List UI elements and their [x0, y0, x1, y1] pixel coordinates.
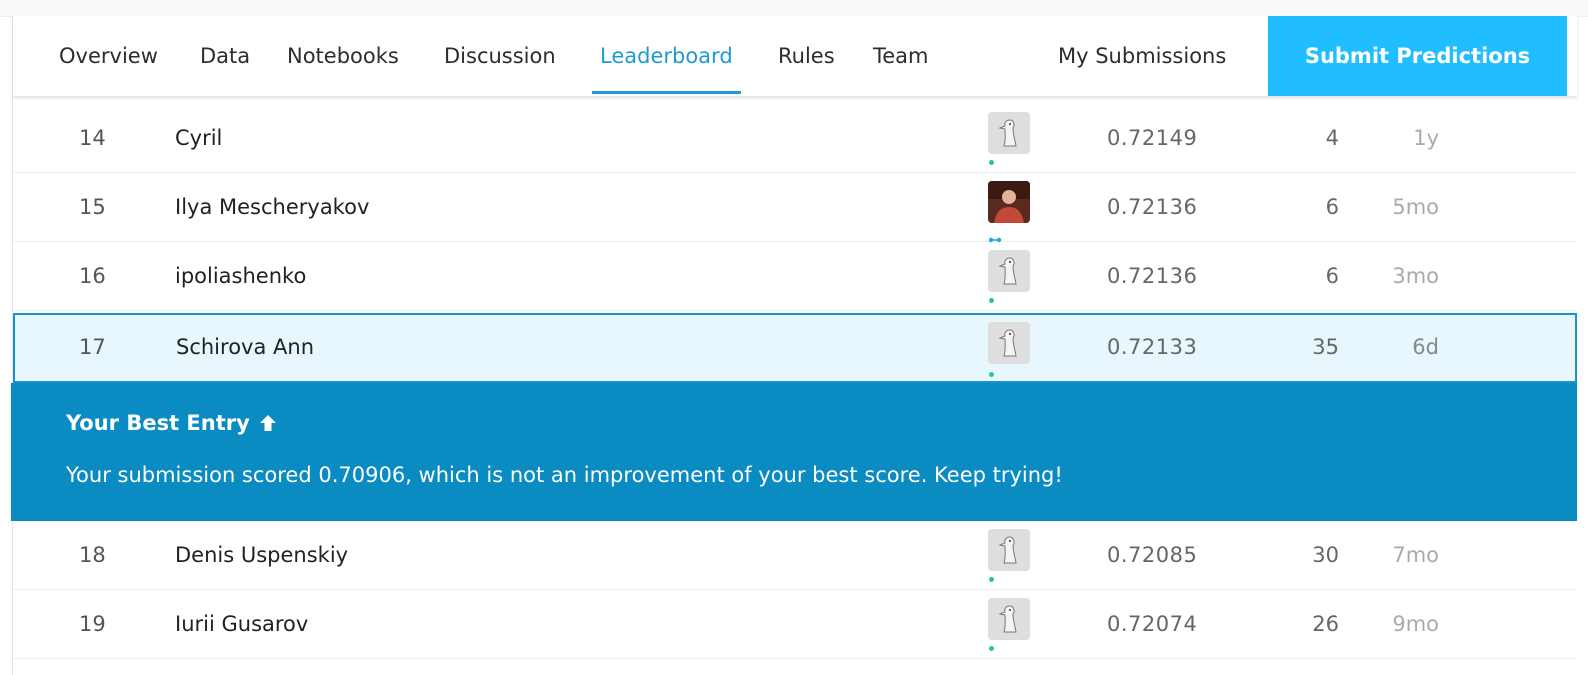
arrow-up-icon[interactable] — [258, 413, 278, 433]
online-status-dot — [989, 298, 994, 303]
entries-cell: 6 — [1325, 264, 1339, 288]
entries-cell: 35 — [1312, 335, 1339, 359]
last-submission-cell: 6d — [1412, 335, 1439, 359]
user-photo-avatar-icon[interactable] — [988, 181, 1030, 223]
last-submission-cell: 9mo — [1392, 612, 1439, 636]
my-leaderboard-row[interactable]: 17 Schirova Ann 0.72133 35 6d — [13, 313, 1577, 383]
default-goose-avatar-icon[interactable] — [988, 322, 1030, 364]
my-submissions-link[interactable]: My Submissions — [1058, 16, 1226, 96]
online-status-dot — [989, 372, 994, 377]
entries-cell: 26 — [1312, 612, 1339, 636]
team-name[interactable]: Cyril — [175, 104, 222, 173]
team-name[interactable]: Iurii Gusarov — [175, 590, 308, 659]
rank-cell: 18 — [79, 543, 106, 567]
online-status-dot — [989, 160, 994, 165]
tab-leaderboard-label: Leaderboard — [600, 44, 733, 68]
leaderboard-row[interactable]: 15 Ilya Mescheryakov 0.72136 6 5mo — [13, 173, 1577, 243]
team-name[interactable]: ipoliashenko — [175, 242, 306, 311]
last-submission-cell: 3mo — [1392, 264, 1439, 288]
rank-cell: 17 — [79, 335, 106, 359]
last-submission-cell: 7mo — [1392, 543, 1439, 567]
score-cell: 0.72133 — [1107, 335, 1198, 359]
tab-leaderboard[interactable]: Leaderboard — [592, 16, 741, 96]
default-goose-avatar-icon[interactable] — [988, 250, 1030, 292]
online-status-dot — [989, 646, 994, 651]
active-tab-indicator — [592, 91, 741, 94]
leaderboard-row[interactable]: 19 Iurii Gusarov 0.72074 26 9mo — [13, 590, 1577, 659]
rank-cell: 14 — [79, 126, 106, 150]
entries-cell: 4 — [1325, 126, 1339, 150]
team-name[interactable]: Schirova Ann — [176, 313, 314, 382]
last-submission-cell: 5mo — [1392, 195, 1439, 219]
tab-overview[interactable]: Overview — [59, 16, 158, 96]
entries-cell: 30 — [1312, 543, 1339, 567]
team-name[interactable]: Denis Uspenskiy — [175, 521, 348, 590]
competition-nav: Overview Data Notebooks Discussion Leade… — [13, 16, 1577, 96]
default-goose-avatar-icon[interactable] — [988, 529, 1030, 571]
default-goose-avatar-icon[interactable] — [988, 598, 1030, 640]
score-cell: 0.72085 — [1107, 543, 1198, 567]
banner-title-text: Your Best Entry — [66, 411, 250, 435]
tab-rules[interactable]: Rules — [778, 16, 835, 96]
tab-team[interactable]: Team — [873, 16, 929, 96]
link-status-icon — [988, 228, 1002, 243]
rank-cell: 15 — [79, 195, 106, 219]
rank-cell: 19 — [79, 612, 106, 636]
entries-cell: 6 — [1325, 195, 1339, 219]
leaderboard-row[interactable]: 14 Cyril 0.72149 4 1y — [13, 104, 1577, 173]
score-cell: 0.72136 — [1107, 264, 1198, 288]
banner-message: Your submission scored 0.70906, which is… — [66, 463, 1063, 487]
score-cell: 0.72074 — [1107, 612, 1198, 636]
banner-title: Your Best Entry — [66, 411, 278, 435]
score-cell: 0.72136 — [1107, 195, 1198, 219]
leaderboard-row[interactable]: 16 ipoliashenko 0.72136 6 3mo — [13, 242, 1577, 311]
online-status-dot — [989, 577, 994, 582]
leaderboard-row[interactable]: 18 Denis Uspenskiy 0.72085 30 7mo — [13, 521, 1577, 590]
submit-predictions-button[interactable]: Submit Predictions — [1268, 16, 1567, 96]
default-goose-avatar-icon[interactable] — [988, 112, 1030, 154]
last-submission-cell: 1y — [1413, 126, 1439, 150]
tab-discussion[interactable]: Discussion — [444, 16, 556, 96]
score-cell: 0.72149 — [1107, 126, 1198, 150]
rank-cell: 16 — [79, 264, 106, 288]
best-entry-banner: Your Best Entry Your submission scored 0… — [11, 383, 1577, 521]
page-top-strip — [0, 0, 1588, 17]
tab-notebooks[interactable]: Notebooks — [287, 16, 399, 96]
team-name[interactable]: Ilya Mescheryakov — [175, 173, 369, 242]
competition-card: Overview Data Notebooks Discussion Leade… — [11, 16, 1577, 675]
tab-data[interactable]: Data — [200, 16, 250, 96]
